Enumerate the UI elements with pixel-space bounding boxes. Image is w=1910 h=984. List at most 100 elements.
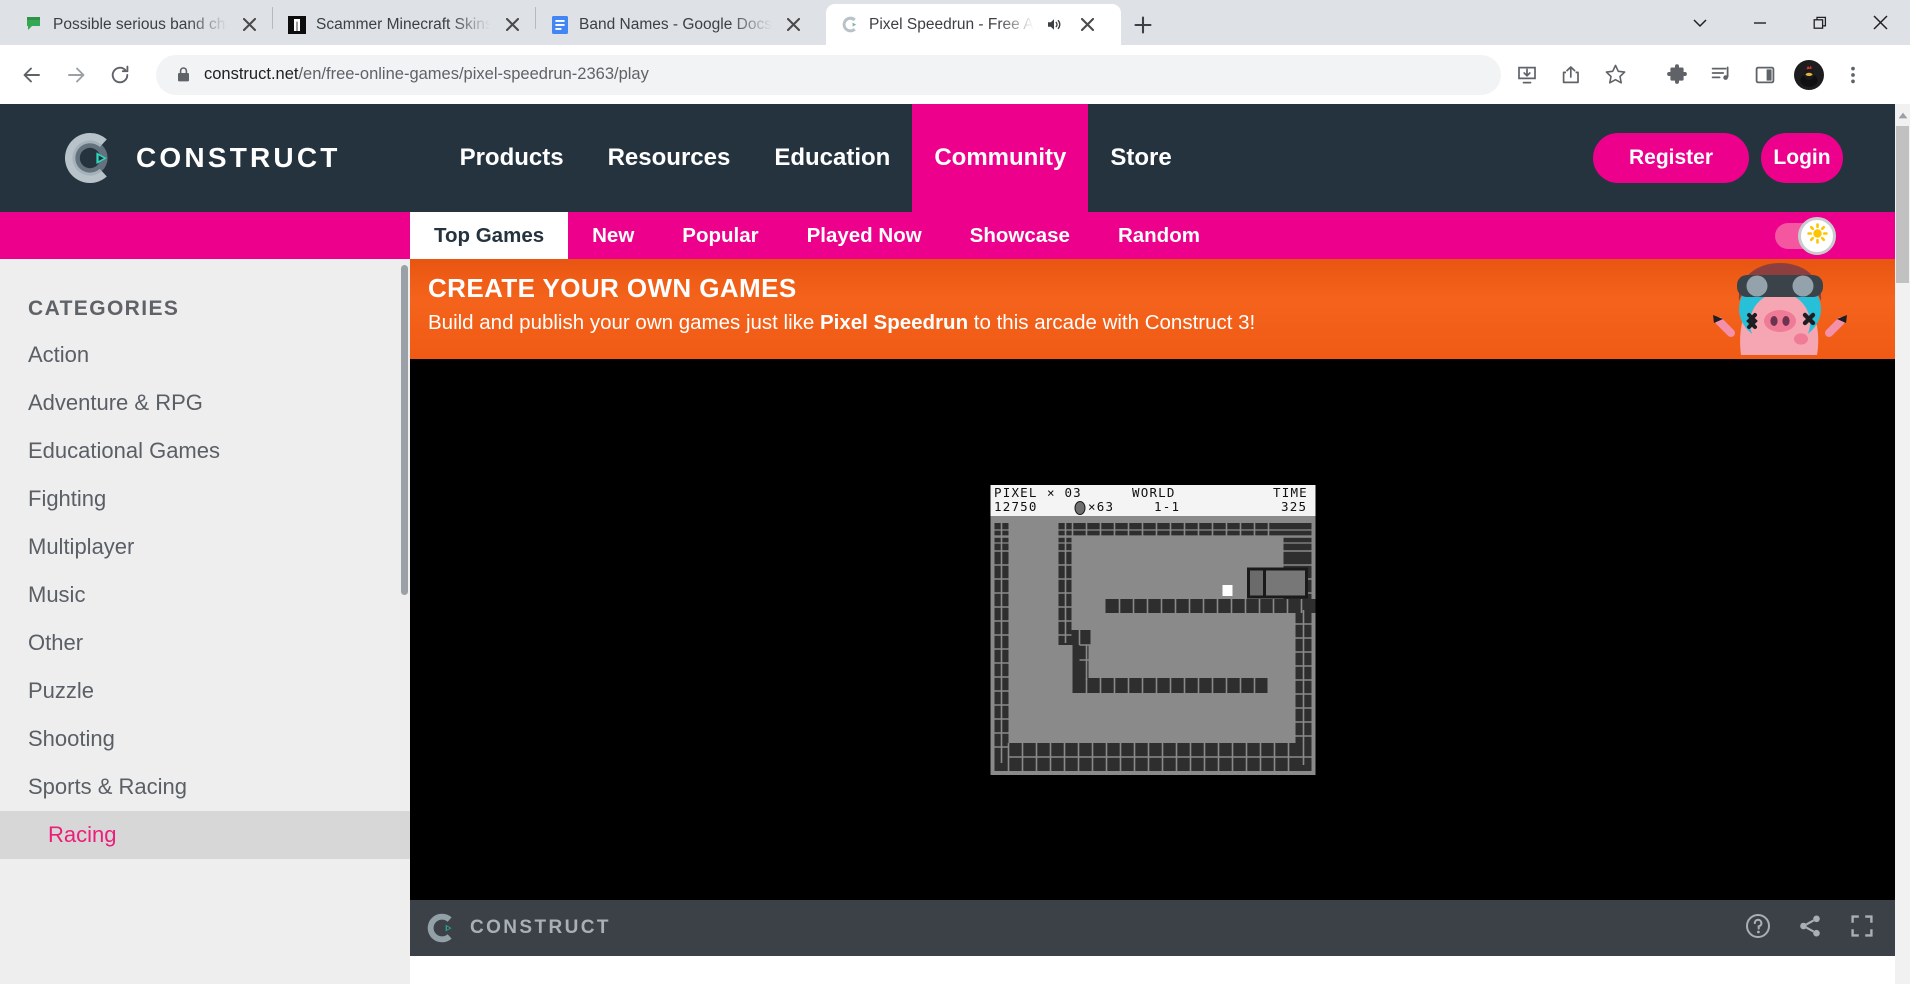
browser-tab-3[interactable]: Band Names - Google Docs	[536, 4, 826, 45]
side-panel-icon[interactable]	[1743, 53, 1787, 97]
scroll-up-arrow-icon[interactable]	[1895, 108, 1910, 122]
browser-tab-1-title: Possible serious band chat - Cha	[53, 15, 227, 33]
three-dot-menu-icon[interactable]	[1831, 53, 1875, 97]
game-footer-logo[interactable]: CONSTRUCT	[410, 912, 611, 944]
tab-strip: Possible serious band chat - Cha Scammer…	[0, 0, 1910, 45]
subnav-tab-new[interactable]: New	[568, 212, 658, 259]
page-content: CONSTRUCT Products Resources Education C…	[0, 104, 1895, 984]
register-button-label: Register	[1628, 146, 1714, 169]
sidebar-item-adventure-rpg[interactable]: Adventure & RPG	[0, 379, 410, 427]
share-icon[interactable]	[1797, 913, 1823, 944]
register-button[interactable]: Register	[1593, 133, 1749, 183]
namemc-icon	[287, 15, 307, 35]
fullscreen-icon[interactable]	[1849, 913, 1875, 944]
share-icon[interactable]	[1549, 53, 1593, 97]
toolbar-actions	[1505, 53, 1875, 97]
sidebar-item-multiplayer[interactable]: Multiplayer	[0, 523, 410, 571]
tab-search-icon[interactable]	[1670, 0, 1730, 45]
install-icon[interactable]	[1505, 53, 1549, 97]
page-body: CATEGORIES Action Adventure & RPG Educat…	[0, 259, 1895, 984]
login-button-label: Login	[1773, 146, 1831, 169]
subnav-tab-top-games-label: Top Games	[434, 223, 545, 247]
game-screen[interactable]: PIXEL × 03 WORLD TIME 12750 ×63 1-1 325	[990, 484, 1315, 775]
sun-icon	[1806, 222, 1828, 249]
browser-window: Possible serious band chat - Cha Scammer…	[0, 0, 1910, 984]
subnav-tab-top-games[interactable]: Top Games	[410, 212, 569, 259]
nav-item-products[interactable]: Products	[438, 104, 586, 212]
browser-tab-1[interactable]: Possible serious band chat - Cha	[10, 4, 272, 45]
sidebar-item-music[interactable]: Music	[0, 571, 410, 619]
sidebar-item-action[interactable]: Action	[0, 331, 410, 379]
hud-lives-mult: × 03	[1047, 484, 1082, 500]
close-icon[interactable]	[1074, 12, 1100, 38]
browser-tab-4-title: Pixel Speedrun - Free Addict	[869, 15, 1034, 33]
sidebar-item-fighting[interactable]: Fighting	[0, 475, 410, 523]
close-icon[interactable]	[499, 12, 525, 38]
subnav-tab-random-label: Random	[1117, 223, 1200, 247]
subnav-tab-showcase[interactable]: Showcase	[946, 212, 1094, 259]
nav-item-community[interactable]: Community	[912, 104, 1089, 212]
browser-tab-4-active[interactable]: Pixel Speedrun - Free Addict	[826, 4, 1121, 45]
address-bar-url: construct.net/en/free-online-games/pixel…	[204, 65, 649, 84]
help-icon[interactable]	[1745, 913, 1771, 944]
subnav-tab-played-now-label: Played Now	[806, 223, 922, 247]
construct-logo-icon	[62, 130, 118, 186]
lock-icon	[172, 64, 194, 86]
subnav-tab-random[interactable]: Random	[1094, 212, 1224, 259]
url-path: /en/free-online-games/pixel-speedrun-236…	[298, 65, 649, 83]
media-playlist-icon[interactable]	[1699, 53, 1743, 97]
game-footer: CONSTRUCT	[410, 900, 1895, 956]
reload-icon[interactable]	[98, 53, 142, 97]
sidebar-item-sports-racing[interactable]: Sports & Racing	[0, 763, 410, 811]
chat-icon	[24, 15, 44, 35]
coin-icon	[1074, 500, 1085, 515]
game-canvas[interactable]: PIXEL × 03 WORLD TIME 12750 ×63 1-1 325	[410, 359, 1895, 900]
sidebar-item-puzzle[interactable]: Puzzle	[0, 667, 410, 715]
address-bar[interactable]: construct.net/en/free-online-games/pixel…	[156, 54, 1501, 95]
nav-item-store[interactable]: Store	[1088, 104, 1193, 212]
promo-banner-heading: CREATE YOUR OWN GAMES	[428, 273, 797, 303]
google-docs-icon	[550, 15, 570, 35]
pig-character-icon	[1705, 259, 1855, 359]
close-icon[interactable]	[1850, 0, 1910, 45]
nav-item-products-label: Products	[459, 144, 564, 171]
subnav-tab-popular-label: Popular	[682, 223, 759, 247]
bookmark-star-icon[interactable]	[1593, 53, 1637, 97]
game-footer-icons	[1745, 913, 1875, 944]
promo-banner[interactable]: CREATE YOUR OWN GAMES Build and publish …	[410, 259, 1895, 359]
promo-game-name: Pixel Speedrun	[820, 311, 969, 334]
sidebar-item-other[interactable]: Other	[0, 619, 410, 667]
site-header: CONSTRUCT Products Resources Education C…	[0, 104, 1895, 212]
sidebar-scrollbar[interactable]	[401, 265, 408, 595]
page-scrollbar[interactable]	[1895, 104, 1910, 984]
profile-avatar[interactable]	[1787, 53, 1831, 97]
construct-logo[interactable]: CONSTRUCT	[0, 104, 341, 212]
game-column: CREATE YOUR OWN GAMES Build and publish …	[410, 259, 1895, 984]
browser-tab-2-title: Scammer Minecraft Skins | Name	[316, 15, 490, 33]
subnav-tab-popular[interactable]: Popular	[658, 212, 782, 259]
page-scrollbar-thumb[interactable]	[1896, 126, 1909, 283]
hud-world-label: WORLD	[1132, 484, 1176, 500]
back-icon[interactable]	[10, 53, 54, 97]
tab-audio-playing-icon[interactable]	[1043, 14, 1065, 36]
nav-item-store-label: Store	[1110, 144, 1172, 171]
new-tab-button[interactable]	[1121, 4, 1165, 45]
extensions-puzzle-icon[interactable]	[1655, 53, 1699, 97]
theme-toggle[interactable]	[1775, 216, 1836, 255]
sidebar-item-educational-games[interactable]: Educational Games	[0, 427, 410, 475]
forward-icon[interactable]	[54, 53, 98, 97]
nav-item-education[interactable]: Education	[752, 104, 912, 212]
sidebar-subitem-racing[interactable]: Racing	[0, 811, 410, 859]
sidebar-item-shooting[interactable]: Shooting	[0, 715, 410, 763]
nav-item-resources[interactable]: Resources	[586, 104, 753, 212]
theme-toggle-knob	[1798, 216, 1836, 255]
minimize-icon[interactable]	[1730, 0, 1790, 45]
nav-item-education-label: Education	[774, 144, 891, 171]
close-icon[interactable]	[781, 12, 807, 38]
browser-tab-2[interactable]: Scammer Minecraft Skins | Name	[273, 4, 535, 45]
subnav-tab-played-now[interactable]: Played Now	[783, 212, 946, 259]
restore-icon[interactable]	[1790, 0, 1850, 45]
browser-toolbar: construct.net/en/free-online-games/pixel…	[0, 45, 1910, 104]
close-icon[interactable]	[236, 12, 262, 38]
login-button[interactable]: Login	[1761, 133, 1843, 183]
